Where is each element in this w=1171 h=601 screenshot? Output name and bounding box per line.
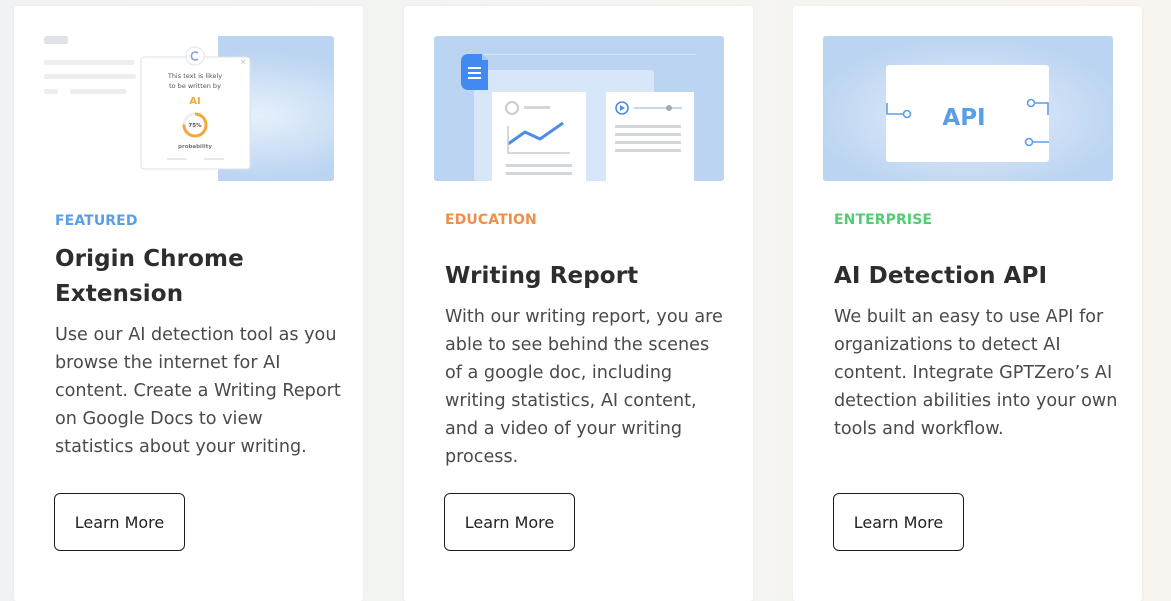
learn-more-button[interactable]: Learn More — [444, 493, 575, 551]
gauge-value: 75% — [188, 123, 202, 129]
card-description: We built an easy to use API for organiza… — [834, 307, 1118, 439]
popup-close-icon[interactable]: × — [240, 58, 246, 66]
card-description: Use our AI detection tool as you browse … — [55, 325, 341, 457]
popup-line-1: This text is likely — [167, 72, 222, 80]
card-category-tag: ENTERPRISE — [834, 212, 933, 228]
card-description: With our writing report, you are able to… — [445, 307, 723, 467]
api-panel-label: API — [942, 105, 985, 131]
feature-card-origin-chrome-extension: × This text is likely to be written by A… — [14, 6, 363, 601]
card-title: Writing Report — [445, 263, 639, 289]
gauge-label: probability — [178, 144, 212, 150]
api-illustration: API — [823, 36, 1113, 181]
learn-more-button[interactable]: Learn More — [54, 493, 185, 551]
card-category-tag: EDUCATION — [445, 212, 537, 228]
card-title: Origin Chrome Extension — [55, 246, 244, 307]
card-title: AI Detection API — [834, 263, 1048, 289]
chrome-extension-illustration: × This text is likely to be written by A… — [44, 36, 334, 181]
learn-more-button[interactable]: Learn More — [833, 493, 964, 551]
card-category-tag: FEATURED — [55, 213, 138, 229]
feature-card-writing-report: EDUCATION Writing Report With our writin… — [404, 6, 753, 601]
popup-ai-label: AI — [189, 96, 200, 107]
feature-card-ai-detection-api: API ENTERPRISE AI Detection API We built… — [793, 6, 1142, 601]
popup-line-2: to be written by — [169, 82, 221, 90]
writing-report-illustration — [434, 36, 724, 181]
